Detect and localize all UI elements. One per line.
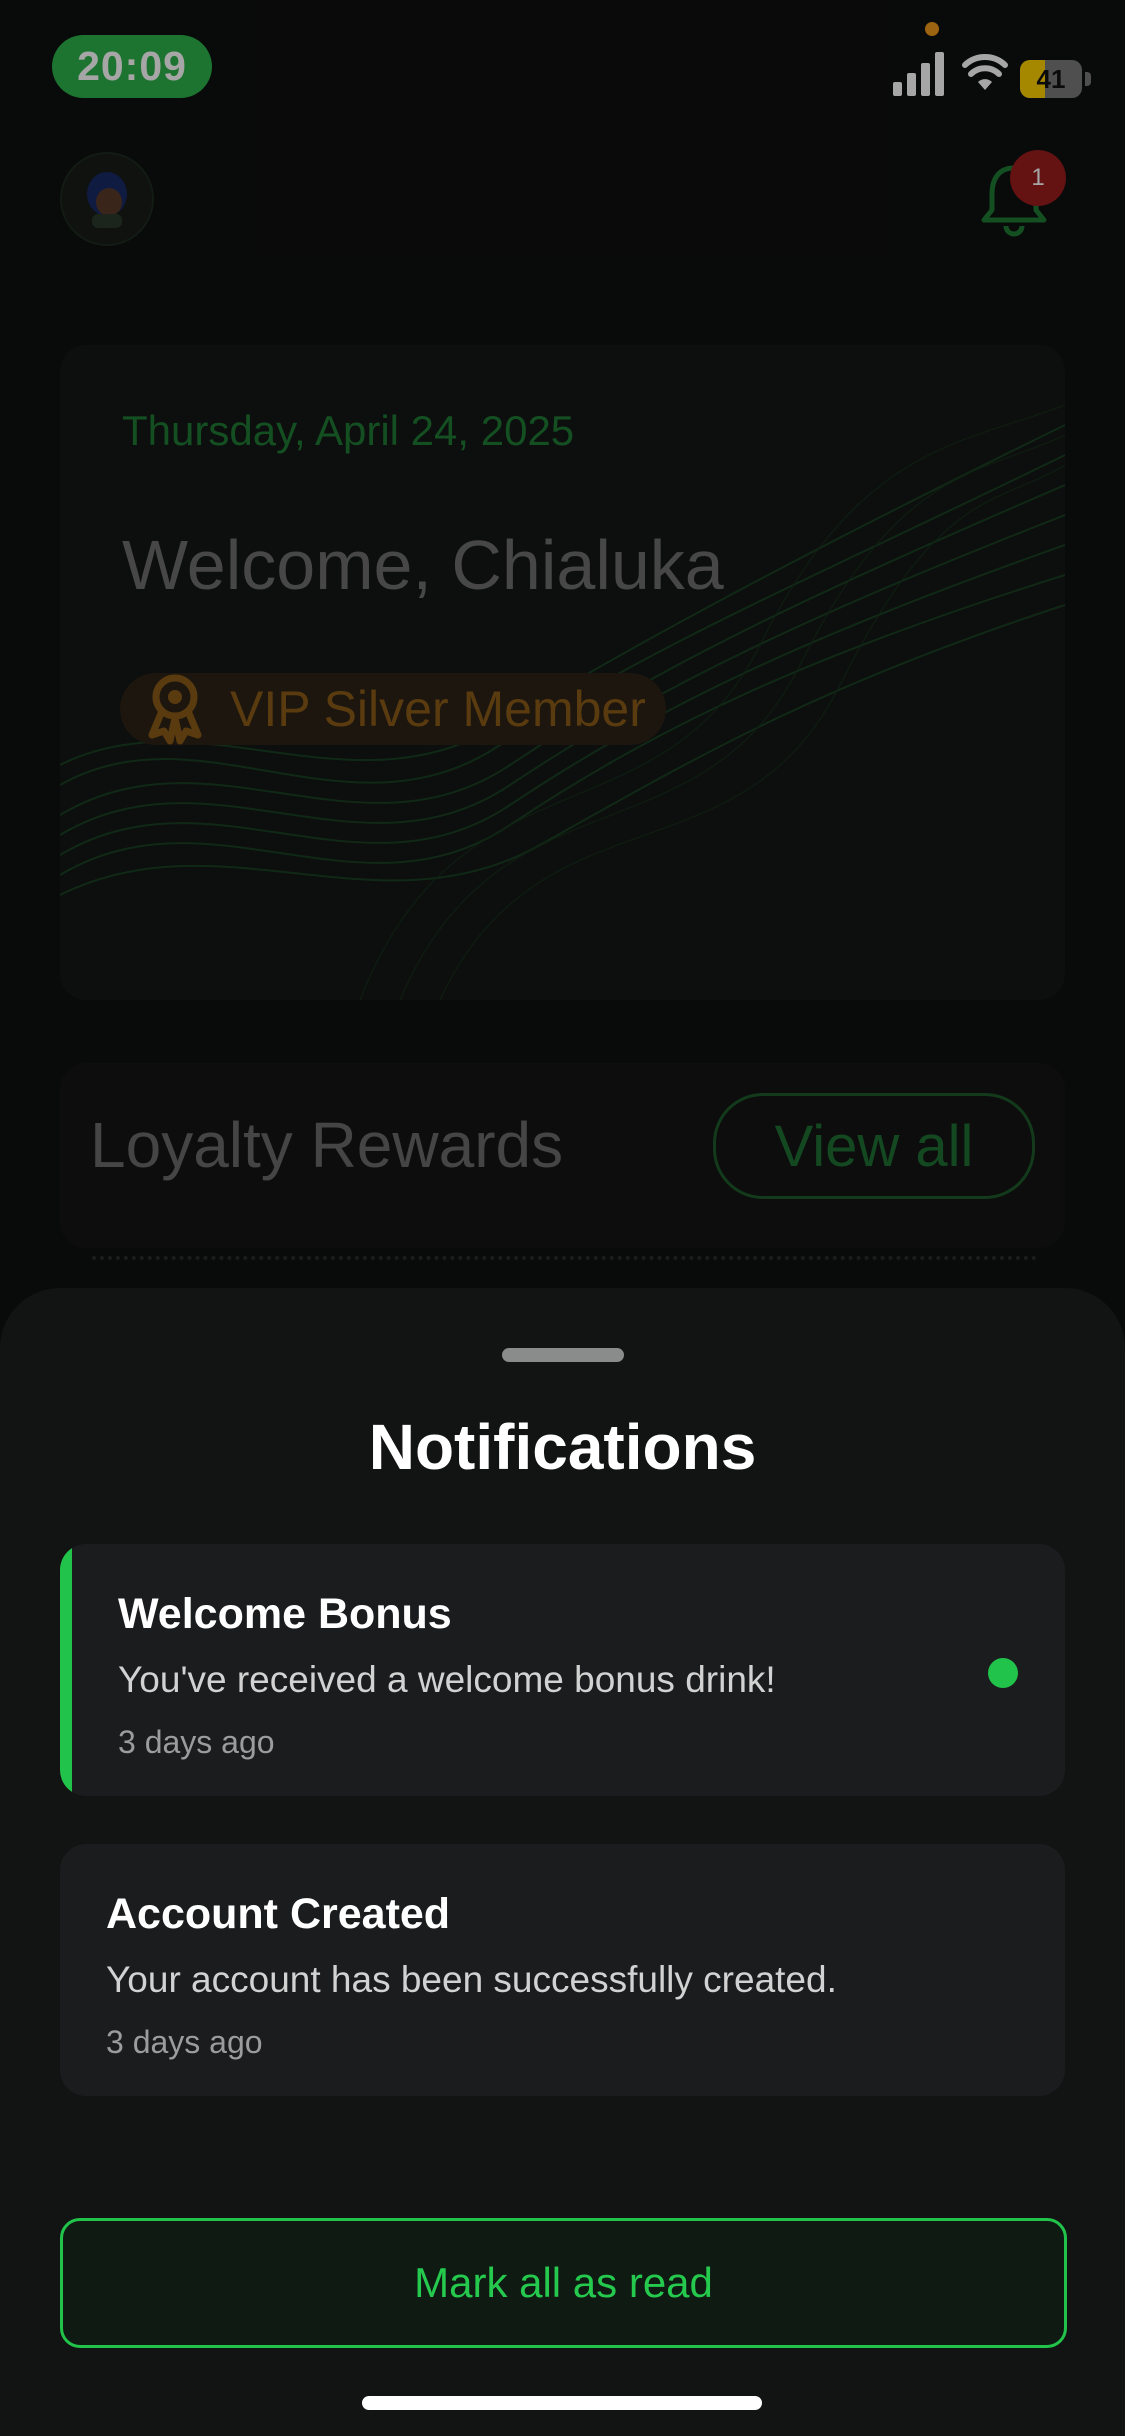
- unread-indicator-bar: [60, 1544, 72, 1796]
- mark-all-read-button[interactable]: Mark all as read: [60, 2218, 1067, 2348]
- notification-message: Your account has been successfully creat…: [106, 1959, 837, 2000]
- home-indicator[interactable]: [362, 2396, 762, 2410]
- sheet-grabber-handle[interactable]: [502, 1348, 624, 1362]
- notification-title: Account Created: [106, 1890, 451, 1938]
- notification-item-account-created[interactable]: Account Created Your account has been su…: [60, 1844, 1065, 2096]
- notification-message: You've received a welcome bonus drink!: [118, 1659, 776, 1700]
- notification-timestamp: 3 days ago: [118, 1724, 275, 1760]
- unread-dot-icon: [988, 1658, 1018, 1688]
- notification-item-welcome-bonus[interactable]: Welcome Bonus You've received a welcome …: [60, 1544, 1065, 1796]
- notification-timestamp: 3 days ago: [106, 2024, 263, 2060]
- notification-title: Welcome Bonus: [118, 1590, 452, 1638]
- sheet-title: Notifications: [368, 1411, 757, 1483]
